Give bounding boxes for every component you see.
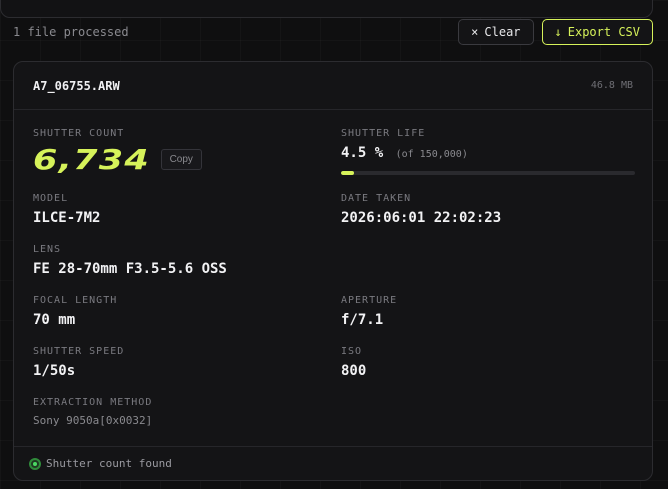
date-taken-label: DATE TAKEN — [341, 193, 412, 204]
success-status-icon — [29, 457, 41, 470]
shutter-life-field: SHUTTER LIFE 4.5 % (of 150,000) — [341, 128, 635, 175]
aperture-value: f/7.1 — [341, 312, 384, 328]
shutter-speed-label: SHUTTER SPEED — [33, 346, 125, 357]
model-field: MODEL ILCE-7M2 — [33, 193, 100, 226]
model-value: ILCE-7M2 — [33, 210, 101, 226]
date-taken-field: DATE TAKEN 2026:06:01 22:02:23 — [341, 193, 501, 226]
clear-button[interactable]: × Clear — [458, 19, 534, 45]
shutter-life-total: (of 150,000) — [395, 149, 468, 160]
file-name: A7_06755.ARW — [33, 78, 120, 93]
extraction-method-label: EXTRACTION METHOD — [33, 397, 153, 408]
upload-panel — [0, 0, 653, 18]
copy-button[interactable]: Copy — [160, 149, 202, 170]
shutter-speed-field: SHUTTER SPEED 1/50s — [33, 346, 124, 379]
shutter-count-label: SHUTTER COUNT — [33, 128, 125, 139]
card-header: A7_06755.ARW 46.8 MB — [14, 62, 652, 110]
model-label: MODEL — [33, 193, 69, 204]
download-arrow-icon: ↓ — [554, 25, 562, 39]
shutter-count-row: 6,734 Copy — [33, 143, 202, 176]
shutter-speed-value: 1/50s — [33, 363, 76, 379]
lens-value: FE 28-70mm F3.5-5.6 OSS — [33, 261, 227, 277]
export-csv-button-label: Export CSV — [567, 25, 640, 39]
shutter-life-value: 4.5 % — [341, 145, 384, 161]
extraction-method-value: Sony 9050a[0x0032] — [33, 414, 153, 427]
card-footer: Shutter count found — [14, 446, 652, 480]
shutter-life-progress-fill — [341, 171, 355, 175]
lens-field: LENS FE 28-70mm F3.5-5.6 OSS — [33, 244, 227, 277]
iso-value: 800 — [341, 363, 367, 379]
focal-length-value: 70 mm — [33, 312, 76, 328]
result-card: A7_06755.ARW 46.8 MB SHUTTER COUNT 6,734… — [13, 61, 653, 481]
iso-label: ISO — [341, 346, 363, 357]
clear-button-label: Clear — [484, 25, 521, 39]
iso-field: ISO 800 — [341, 346, 366, 379]
aperture-field: APERTURE f/7.1 — [341, 295, 397, 328]
shutter-count-field: SHUTTER COUNT 6,734 Copy — [33, 128, 202, 176]
shutter-life-readout: 4.5 % (of 150,000) — [341, 145, 635, 161]
close-icon: × — [471, 25, 479, 39]
shutter-count-found-status: Shutter count found — [46, 457, 172, 470]
shutter-life-label: SHUTTER LIFE — [341, 128, 426, 139]
extraction-method-field: EXTRACTION METHOD Sony 9050a[0x0032] — [33, 397, 152, 427]
aperture-label: APERTURE — [341, 295, 398, 306]
toolbar: 1 file processed × Clear ↓ Export CSV — [13, 19, 653, 45]
lens-label: LENS — [33, 244, 62, 255]
toolbar-buttons: × Clear ↓ Export CSV — [458, 19, 653, 45]
shutter-life-progress-track — [341, 171, 635, 175]
date-taken-value: 2026:06:01 22:02:23 — [341, 210, 502, 226]
focal-length-label: FOCAL LENGTH — [33, 295, 118, 306]
focal-length-field: FOCAL LENGTH 70 mm — [33, 295, 117, 328]
file-size: 46.8 MB — [590, 80, 633, 91]
shutter-count-value: 6,734 — [33, 143, 150, 176]
files-processed-status: 1 file processed — [13, 25, 129, 39]
export-csv-button[interactable]: ↓ Export CSV — [541, 19, 653, 45]
